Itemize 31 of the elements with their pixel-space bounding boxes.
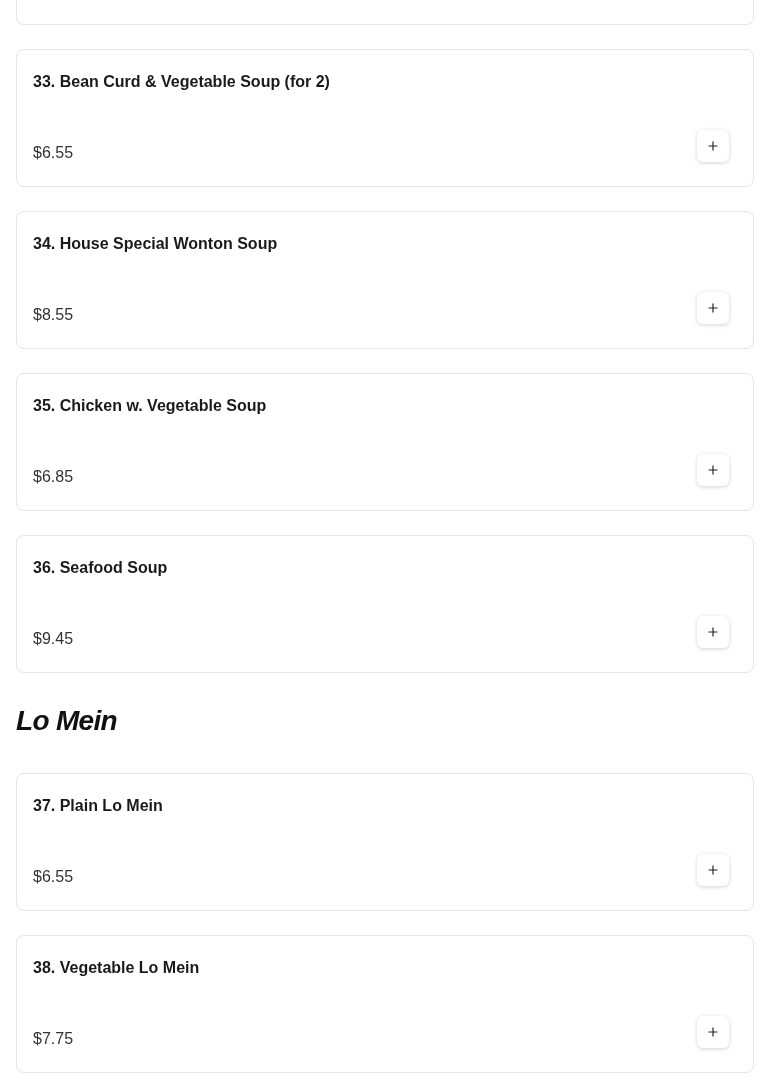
plus-icon [706,1025,720,1039]
menu-item-card[interactable]: 33. Bean Curd & Vegetable Soup (for 2) $6.55 [16,49,754,187]
menu-item-card[interactable]: 37. Plain Lo Mein $6.55 [16,773,754,911]
item-price: $6.55 [33,143,74,163]
item-name: 34. House Special Wonton Soup [33,234,279,254]
menu-item-card[interactable]: 38. Vegetable Lo Mein $7.75 [16,935,754,1073]
item-name: 37. Plain Lo Mein [33,796,164,816]
item-price: $9.45 [33,629,74,649]
add-button[interactable] [697,292,729,324]
menu-item-card[interactable]: 34. House Special Wonton Soup $8.55 [16,211,754,349]
plus-icon [706,463,720,477]
add-button[interactable] [697,854,729,886]
section-heading: Lo Mein [16,704,118,738]
item-name: 33. Bean Curd & Vegetable Soup (for 2) [33,72,331,92]
add-button[interactable] [697,1016,729,1048]
menu-item-card[interactable]: 35. Chicken w. Vegetable Soup $6.85 [16,373,754,511]
item-name: 36. Seafood Soup [33,558,169,578]
plus-icon [706,863,720,877]
plus-icon [706,139,720,153]
item-price: $8.55 [33,305,74,325]
add-button[interactable] [697,130,729,162]
item-name: 38. Vegetable Lo Mein [33,958,201,978]
item-name: 35. Chicken w. Vegetable Soup [33,396,268,416]
add-button[interactable] [697,454,729,486]
item-price: $7.75 [33,1029,74,1049]
item-price: $6.85 [33,467,74,487]
menu-item-card[interactable]: 36. Seafood Soup $9.45 [16,535,754,673]
add-button[interactable] [697,616,729,648]
plus-icon [706,625,720,639]
item-price: $6.55 [33,867,74,887]
plus-icon [706,301,720,315]
